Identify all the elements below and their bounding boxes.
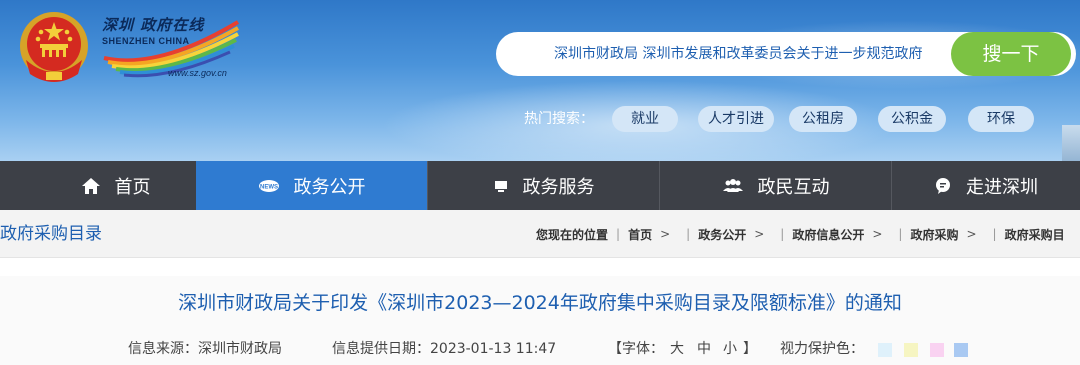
breadcrumb-link[interactable]: 首页 — [628, 226, 652, 243]
article-header: 深圳市财政局关于印发《深圳市2023—2024年政府集中采购目录及限额标准》的通… — [0, 276, 1080, 365]
main-nav: 首页 NEWS 政务公开 政务服务 政民互动 走进深圳 — [0, 161, 1080, 210]
breadcrumb-separator: > — [754, 227, 765, 241]
nav-label: 政务公开 — [293, 176, 366, 198]
search-button[interactable]: 搜一下 — [951, 32, 1071, 76]
breadcrumb-divider: | — [686, 227, 691, 241]
nav-label: 政务服务 — [522, 176, 595, 198]
logo-subtitle: SHENZHEN CHINA — [102, 36, 190, 46]
nav-item-government-services[interactable]: 政务服务 — [428, 161, 660, 210]
breadcrumb-link[interactable]: 政府信息公开 — [792, 226, 864, 243]
search-box: 深圳市财政局 深圳市发展和改革委员会关于进一步规范政府 搜一下 — [496, 32, 1076, 76]
eye-care-swatch[interactable] — [954, 343, 968, 357]
nav-label: 政民互动 — [757, 176, 830, 198]
nav-item-visit-shenzhen[interactable]: 走进深圳 — [892, 161, 1080, 210]
info-bubble-icon — [934, 177, 952, 195]
site-header: 深圳 政府在线 SHENZHEN CHINA www.sz.gov.cn 深圳市… — [0, 0, 1080, 161]
hot-search-tag[interactable]: 公租房 — [789, 106, 857, 132]
eye-care-swatch[interactable] — [878, 343, 892, 357]
breadcrumb-location-label: 您现在的位置 — [536, 227, 609, 242]
breadcrumb-divider: | — [780, 227, 785, 241]
font-size-large[interactable]: 大 — [670, 338, 684, 360]
national-emblem-icon[interactable] — [16, 8, 92, 86]
home-icon — [81, 177, 101, 195]
breadcrumb-separator: > — [872, 227, 883, 241]
hot-search-tag[interactable]: 公积金 — [878, 106, 946, 132]
breadcrumb-separator: > — [966, 227, 977, 241]
eye-care-swatch[interactable] — [930, 343, 944, 357]
section-title: 政府采购目录 — [0, 224, 102, 244]
breadcrumb-divider: | — [898, 227, 903, 241]
logo-url: www.sz.gov.cn — [168, 68, 227, 78]
hot-search-tag[interactable]: 环保 — [968, 106, 1034, 132]
nav-label: 走进深圳 — [966, 176, 1038, 198]
breadcrumb-link[interactable]: 政务公开 — [698, 226, 746, 243]
font-size-close: 】 — [743, 341, 757, 357]
header-skyline — [1062, 125, 1080, 161]
breadcrumb-link[interactable]: 政府采购 — [910, 226, 958, 243]
nav-label: 首页 — [114, 176, 151, 198]
breadcrumb-divider: | — [992, 227, 997, 241]
font-size-small[interactable]: 小 — [723, 338, 737, 360]
eye-care-label: 视力保护色： — [780, 341, 864, 357]
nav-item-public-interaction[interactable]: 政民互动 — [660, 161, 892, 210]
hot-search-label: 热门搜索： — [524, 111, 594, 127]
article-date: 信息提供日期：2023-01-13 11:47 — [332, 341, 557, 357]
search-input[interactable]: 深圳市财政局 深圳市发展和改革委员会关于进一步规范政府 — [496, 32, 956, 76]
article-source: 信息来源：深圳市财政局 — [128, 341, 282, 357]
svg-text:NEWS: NEWS — [260, 184, 278, 190]
monitor-icon — [493, 178, 509, 194]
breadcrumb: 您现在的位置 | 首页 > | 政务公开 > | 政府信息公开 > | 政府采购… — [536, 210, 1065, 258]
article-title: 深圳市财政局关于印发《深圳市2023—2024年政府集中采购目录及限额标准》的通… — [178, 292, 902, 314]
people-icon — [722, 178, 744, 194]
breadcrumb-bar: 政府采购目录 您现在的位置 | 首页 > | 政务公开 > | 政府信息公开 >… — [0, 210, 1080, 258]
font-size-medium[interactable]: 中 — [697, 338, 711, 360]
hot-search-tag[interactable]: 就业 — [612, 106, 678, 132]
logo-title: 深圳 政府在线 — [102, 16, 205, 34]
breadcrumb-separator: > — [660, 227, 671, 241]
breadcrumb-divider: | — [616, 227, 621, 241]
hot-search-tag[interactable]: 人才引进 — [698, 106, 774, 132]
eye-care-swatch[interactable] — [904, 343, 918, 357]
site-logo[interactable]: 深圳 政府在线 SHENZHEN CHINA www.sz.gov.cn — [98, 14, 243, 82]
font-size-label: 【字体： — [608, 341, 664, 357]
breadcrumb-link[interactable]: 政府采购目 — [1005, 226, 1065, 243]
nav-item-government-affairs-open[interactable]: NEWS 政务公开 — [196, 161, 428, 210]
news-icon: NEWS — [258, 179, 280, 193]
